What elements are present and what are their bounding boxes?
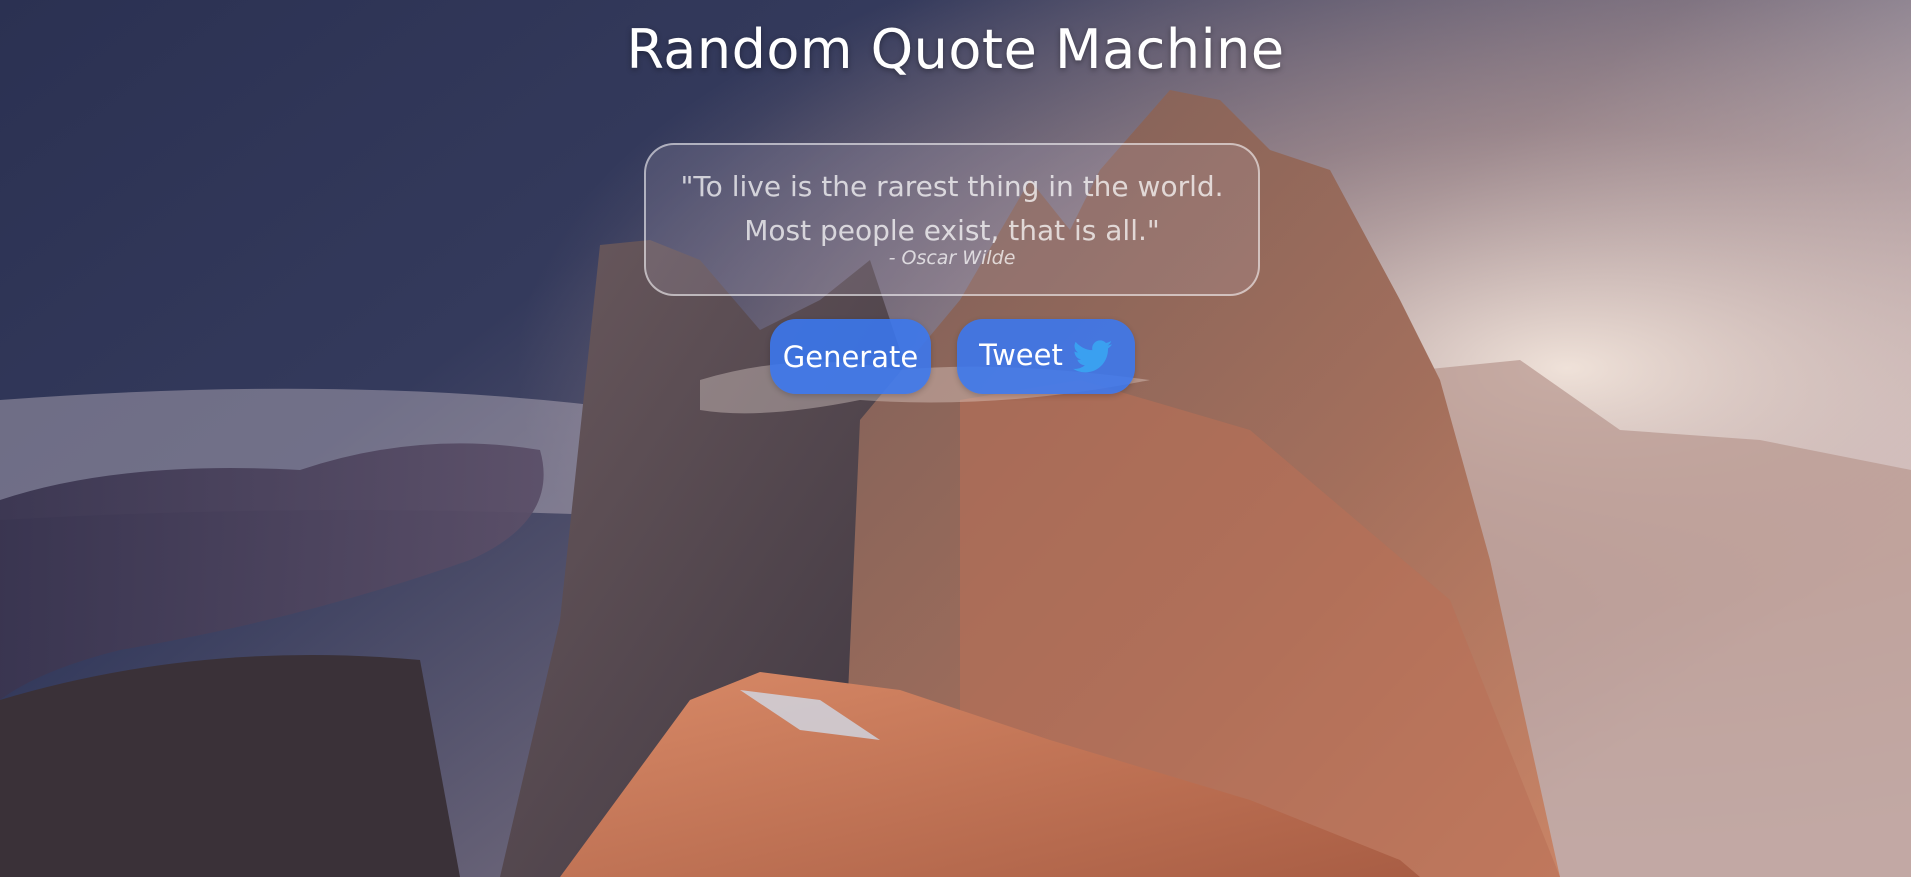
page-title: Random Quote Machine	[626, 18, 1285, 81]
quote-text: "To live is the rarest thing in the worl…	[680, 170, 1224, 247]
tweet-button-label: Tweet	[979, 337, 1063, 372]
twitter-bird-icon	[1072, 339, 1113, 374]
background-mountain-image	[0, 0, 1911, 877]
generate-button-label: Generate	[782, 339, 919, 374]
tweet-button[interactable]: Tweet	[957, 319, 1135, 394]
generate-button[interactable]: Generate	[770, 319, 931, 394]
quote-card: "To live is the rarest thing in the worl…	[644, 143, 1260, 296]
quote-author: - Oscar Wilde	[888, 247, 1016, 269]
